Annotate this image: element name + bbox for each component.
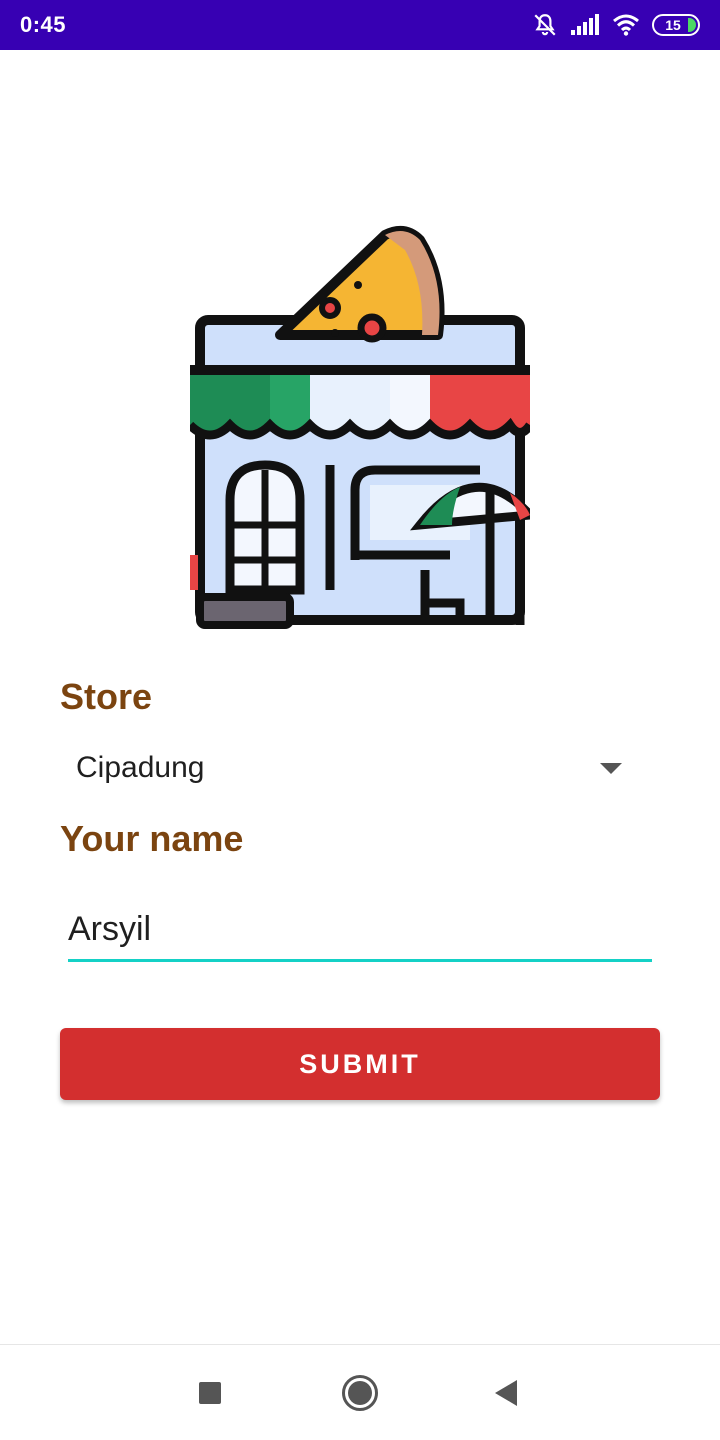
battery-fill	[688, 18, 696, 32]
notifications-off-icon	[532, 12, 558, 38]
signal-icon	[570, 14, 600, 36]
recents-icon	[199, 1382, 221, 1404]
store-spinner-value: Cipadung	[76, 751, 205, 784]
pizza-store-icon	[186, 225, 540, 630]
navigation-bar	[0, 1344, 720, 1440]
store-label: Store	[60, 676, 153, 717]
wifi-icon	[612, 14, 640, 36]
home-button[interactable]	[320, 1345, 400, 1440]
home-icon	[342, 1375, 378, 1411]
status-time: 0:45	[20, 12, 67, 37]
status-bar: 0:45 15	[0, 0, 720, 50]
back-button[interactable]	[466, 1345, 546, 1440]
name-input[interactable]	[68, 900, 652, 962]
store-spinner[interactable]: Cipadung	[60, 738, 640, 798]
submit-button[interactable]: SUBMIT	[60, 1028, 660, 1100]
battery-level: 15	[665, 17, 681, 33]
name-label: Your name	[60, 818, 244, 859]
dropdown-arrow-icon	[600, 762, 622, 774]
home-icon-dot	[348, 1381, 372, 1405]
status-icons: 15	[532, 12, 700, 38]
recents-button[interactable]	[170, 1345, 250, 1440]
battery-icon: 15	[652, 14, 700, 36]
back-icon	[495, 1380, 517, 1406]
